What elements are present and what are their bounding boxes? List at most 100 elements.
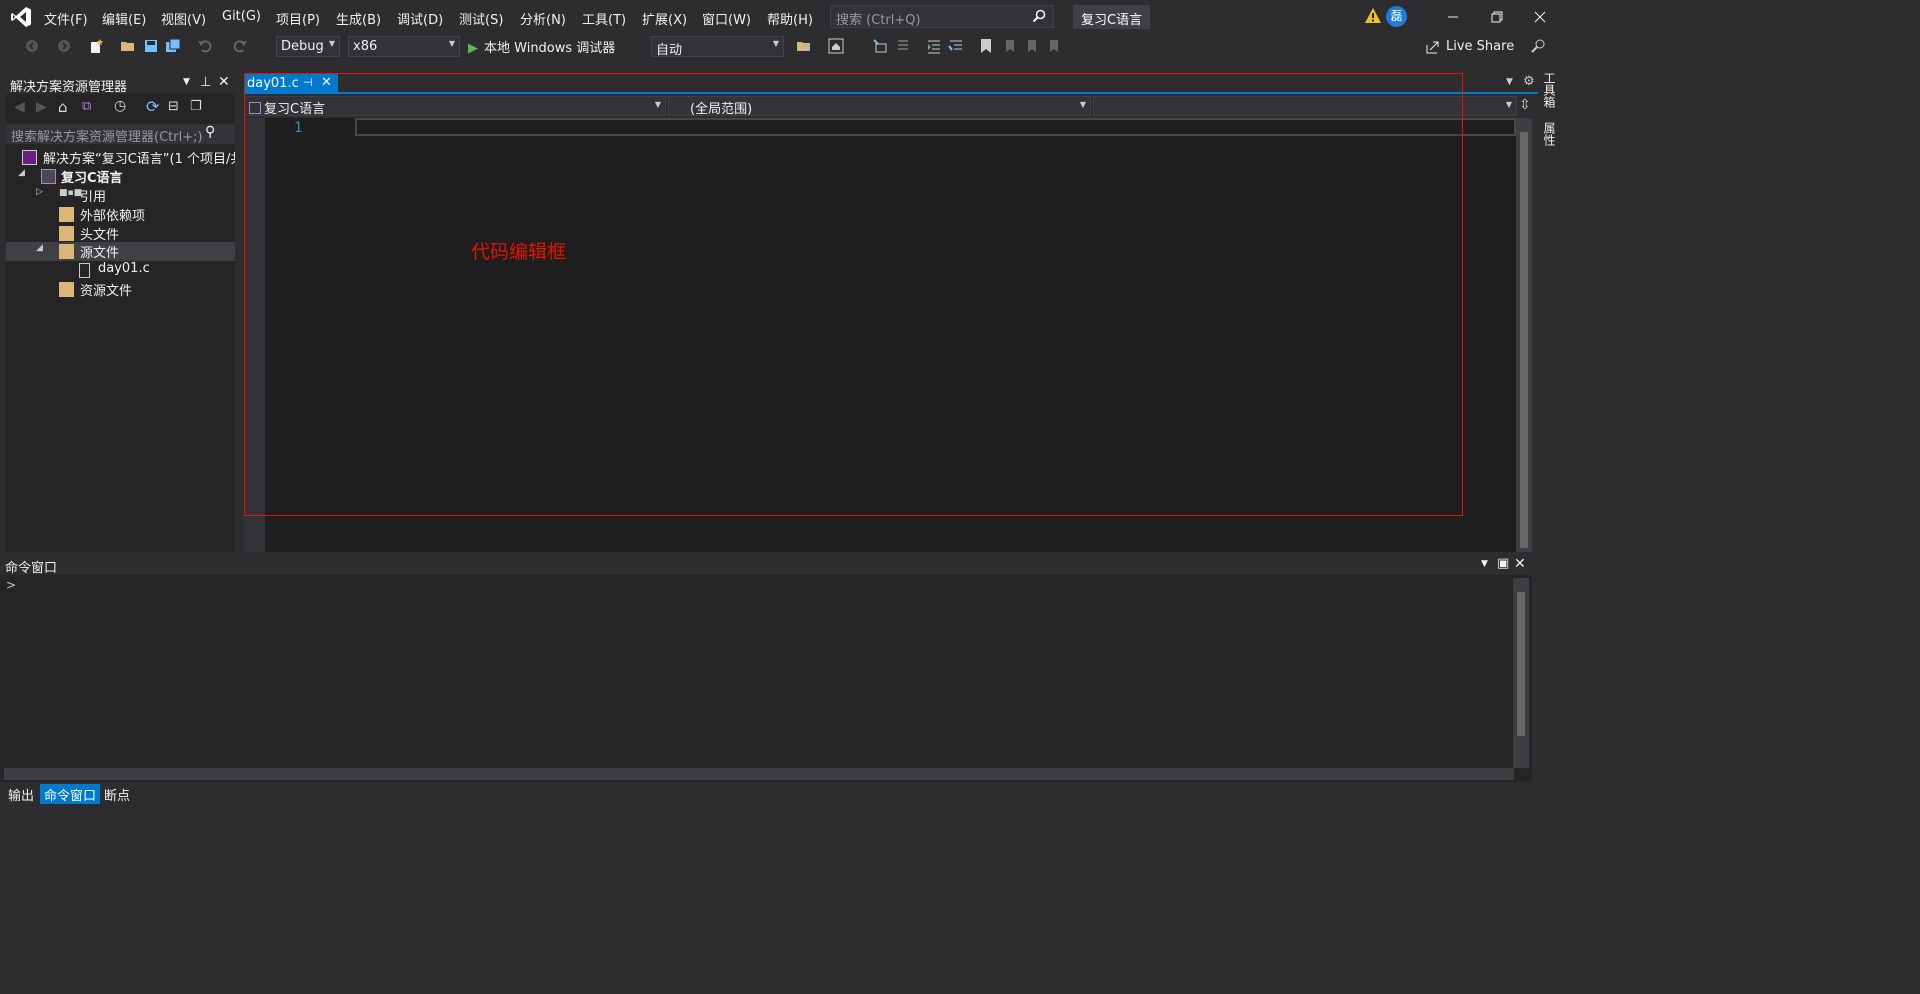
maximize-icon[interactable]: ▣	[1497, 556, 1509, 571]
minimize-icon[interactable]	[1443, 8, 1463, 26]
scrollbar-thumb[interactable]	[1520, 132, 1528, 548]
solution-search-input[interactable]: 搜索解决方案资源管理器(Ctrl+;) ⚲	[6, 124, 235, 145]
auto-select[interactable]: 自动 ▼	[651, 36, 784, 58]
back-icon[interactable]: ◀	[14, 99, 25, 115]
document-tab-bar: ▼ ⚙	[244, 74, 1538, 94]
menu-git[interactable]: Git(G)	[222, 9, 261, 24]
pin-icon[interactable]: ⊥	[200, 75, 211, 90]
menu-extensions[interactable]: 扩展(X)	[642, 9, 687, 28]
avatar[interactable]: 磊	[1386, 6, 1407, 27]
tree-item-header-files[interactable]: 头文件	[6, 224, 235, 243]
tab-list-dropdown-icon[interactable]: ▼	[1506, 77, 1513, 87]
code-editor[interactable]: 1	[244, 118, 1516, 552]
menu-file[interactable]: 文件(F)	[44, 9, 88, 28]
tree-item-external-deps[interactable]: 外部依赖项	[6, 205, 235, 224]
tab-day01-c[interactable]: day01.c ⊣ ✕	[244, 74, 338, 94]
comment-icon[interactable]	[948, 38, 964, 54]
home-icon[interactable]	[828, 38, 844, 54]
undo-icon[interactable]	[197, 38, 213, 54]
search-icon[interactable]	[1032, 9, 1046, 23]
menu-build[interactable]: 生成(B)	[336, 9, 381, 28]
back-icon[interactable]	[24, 38, 40, 54]
filter-folder-icon	[59, 244, 74, 259]
forward-icon[interactable]	[56, 38, 72, 54]
collapsed-icon[interactable]: ▷	[36, 187, 43, 197]
collapse-all-icon[interactable]: ⊟	[168, 99, 179, 114]
feedback-icon[interactable]	[1530, 38, 1546, 54]
step-icon[interactable]	[872, 38, 888, 54]
new-project-icon[interactable]	[88, 38, 104, 54]
command-window-hscrollbar[interactable]	[4, 768, 1514, 780]
warning-icon[interactable]	[1364, 7, 1382, 25]
tree-item-day01-c[interactable]: day01.c	[6, 261, 235, 280]
menu-view[interactable]: 视图(V)	[161, 9, 206, 28]
bookmark-icon[interactable]	[978, 38, 994, 54]
menu-help[interactable]: 帮助(H)	[767, 9, 813, 28]
menu-analyze[interactable]: 分析(N)	[520, 9, 566, 28]
clear-bookmark-icon[interactable]	[1044, 38, 1060, 54]
live-share-button[interactable]: Live Share	[1424, 39, 1514, 54]
tree-item-resource-files[interactable]: 资源文件	[6, 280, 235, 299]
split-editor-icon[interactable]: ⇳	[1519, 97, 1531, 113]
forward-icon[interactable]: ▶	[36, 99, 47, 115]
live-share-label: Live Share	[1446, 39, 1515, 54]
search-input[interactable]: 搜索 (Ctrl+Q)	[830, 5, 1054, 28]
expanded-icon[interactable]: ◢	[18, 168, 25, 178]
close-icon[interactable]: ✕	[218, 74, 230, 90]
chevron-down-icon: ▼	[448, 39, 455, 48]
scope-nav-select[interactable]: (全局范围) ▼	[668, 96, 1091, 117]
menu-debug[interactable]: 调试(D)	[397, 9, 443, 28]
open-folder-icon[interactable]	[120, 38, 136, 54]
home-icon[interactable]: ⌂	[58, 98, 68, 116]
start-debugging-button[interactable]: ▶ 本地 Windows 调试器	[468, 37, 615, 57]
gear-icon[interactable]: ⚙	[1523, 74, 1535, 89]
window-position-icon[interactable]: ▼	[183, 77, 190, 87]
tree-item-references[interactable]: ▷ ■▪■ 引用	[6, 186, 235, 205]
expanded-icon[interactable]: ◢	[36, 243, 43, 253]
switch-views-icon[interactable]: ⧉	[82, 99, 91, 114]
save-icon[interactable]	[143, 38, 159, 54]
menu-project[interactable]: 项目(P)	[276, 9, 320, 28]
close-icon[interactable]	[1530, 8, 1550, 26]
indent-icon[interactable]	[926, 38, 942, 54]
close-icon[interactable]: ✕	[1514, 556, 1526, 572]
tree-item-solution[interactable]: 解决方案“复习C语言”(1 个项目/共 1	[6, 148, 235, 167]
tree-item-project[interactable]: ◢ 复习C语言	[6, 167, 235, 186]
format-icon[interactable]	[895, 38, 911, 54]
toolbox-tab[interactable]: 工具箱	[1542, 72, 1558, 108]
menu-tools[interactable]: 工具(T)	[582, 9, 626, 28]
properties-tab[interactable]: 属性	[1542, 122, 1558, 146]
menu-test[interactable]: 测试(S)	[459, 9, 503, 28]
copy-icon[interactable]: ❐	[190, 99, 202, 114]
visual-studio-logo-icon[interactable]	[10, 6, 32, 28]
tab-command-window[interactable]: 命令窗口	[40, 784, 101, 804]
pin-icon[interactable]: ⊣	[303, 76, 313, 89]
search-icon[interactable]: ⚲	[205, 124, 215, 140]
tree-item-source-files[interactable]: ◢ 源文件	[6, 242, 235, 261]
tab-output[interactable]: 输出	[4, 784, 38, 804]
prev-bookmark-icon[interactable]	[1000, 38, 1016, 54]
configuration-value: Debug	[281, 39, 324, 54]
platform-select[interactable]: x86 ▼	[348, 36, 460, 57]
chevron-down-icon: ▼	[654, 100, 661, 109]
sync-icon[interactable]: ⟳	[146, 97, 159, 116]
save-all-icon[interactable]	[165, 38, 181, 54]
history-icon[interactable]: ◷	[114, 98, 126, 114]
menu-window[interactable]: 窗口(W)	[702, 9, 751, 28]
restore-icon[interactable]	[1487, 8, 1507, 26]
project-nav-select[interactable]: 复习C语言 ▼	[244, 96, 666, 117]
redo-icon[interactable]	[232, 38, 248, 54]
toolbar: Debug ▼ x86 ▼ 自动 ▼	[0, 34, 1568, 60]
command-prompt[interactable]: >	[6, 578, 16, 592]
folder-search-icon[interactable]	[796, 38, 812, 54]
solution-configuration-select[interactable]: Debug ▼	[276, 36, 340, 57]
next-bookmark-icon[interactable]	[1022, 38, 1038, 54]
window-position-icon[interactable]: ▼	[1481, 559, 1488, 569]
scrollbar-thumb[interactable]	[1517, 592, 1525, 736]
editor-scrollbar[interactable]	[1516, 118, 1532, 552]
member-nav-select[interactable]: ▼	[1093, 96, 1517, 116]
close-tab-icon[interactable]: ✕	[321, 75, 332, 90]
command-window-scrollbar[interactable]	[1513, 578, 1529, 768]
menu-edit[interactable]: 编辑(E)	[102, 9, 146, 28]
tab-breakpoints[interactable]: 断点	[100, 784, 134, 804]
